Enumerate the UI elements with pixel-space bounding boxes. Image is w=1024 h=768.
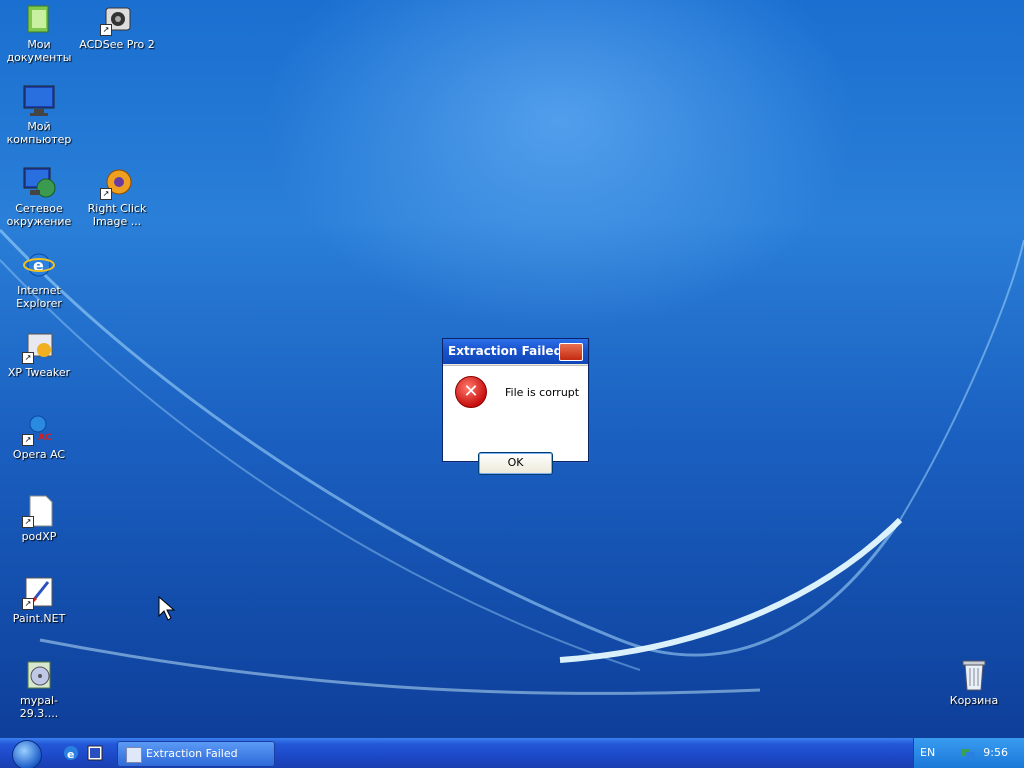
taskbar: e Extraction Failed EN 9:56 bbox=[0, 738, 1024, 768]
quicklaunch-ie-icon[interactable]: e bbox=[62, 744, 80, 762]
document-icon: ↗ bbox=[22, 494, 56, 528]
language-indicator[interactable]: EN bbox=[920, 746, 935, 759]
desktop-icon-paint-net[interactable]: ↗ Paint.NET bbox=[1, 576, 77, 625]
ok-button[interactable]: OK bbox=[478, 452, 553, 475]
dialog-title: Extraction Failed bbox=[448, 344, 563, 358]
quicklaunch-show-desktop-icon[interactable] bbox=[86, 744, 104, 762]
desktop-icon-my-documents[interactable]: Мои документы bbox=[1, 2, 77, 64]
desktop-icon-acdsee[interactable]: ↗ ACDSee Pro 2 bbox=[79, 2, 155, 51]
desktop-icon-right-click-image[interactable]: ↗ Right Click Image ... bbox=[79, 166, 155, 228]
svg-text:AC: AC bbox=[38, 433, 52, 443]
start-button[interactable] bbox=[12, 740, 42, 768]
desktop-icon-podxp[interactable]: ↗ podXP bbox=[1, 494, 77, 543]
desktop-icon-label: Мои документы bbox=[6, 38, 72, 64]
svg-text:e: e bbox=[67, 748, 74, 761]
desktop-icon-label: XP Tweaker bbox=[7, 366, 71, 379]
paint-icon: ↗ bbox=[22, 576, 56, 610]
desktop: Мои документы ↗ ACDSee Pro 2 Мой компьют… bbox=[0, 0, 1024, 738]
desktop-icon-label: ACDSee Pro 2 bbox=[79, 38, 155, 51]
camera-icon: ↗ bbox=[100, 2, 134, 36]
desktop-icon-label: Paint.NET bbox=[12, 612, 66, 625]
clock[interactable]: 9:56 bbox=[983, 746, 1008, 759]
desktop-icon-my-computer[interactable]: Мой компьютер bbox=[1, 84, 77, 146]
desktop-icon-label: Корзина bbox=[949, 694, 999, 707]
desktop-icon-recycle-bin[interactable]: Корзина bbox=[936, 658, 1012, 707]
network-tray-icon[interactable] bbox=[960, 746, 976, 760]
dialog-message: File is corrupt bbox=[505, 386, 580, 399]
recycle-bin-icon bbox=[957, 658, 991, 692]
desktop-icon-opera-ac[interactable]: AC ↗ Opera AC bbox=[1, 412, 77, 461]
desktop-icon-label: Сетевое окружение bbox=[6, 202, 72, 228]
dialog-titlebar[interactable]: Extraction Failed bbox=[443, 339, 588, 364]
desktop-icon-label: podXP bbox=[21, 530, 57, 543]
extraction-failed-dialog: Extraction Failed ✕ File is corrupt OK bbox=[442, 338, 589, 475]
desktop-icon-network[interactable]: Сетевое окружение bbox=[1, 166, 77, 228]
dialog-body: ✕ File is corrupt OK bbox=[443, 365, 588, 475]
gear-icon: ↗ bbox=[100, 166, 134, 200]
mouse-cursor-icon bbox=[158, 596, 176, 621]
close-icon[interactable] bbox=[559, 343, 583, 361]
installer-icon bbox=[22, 658, 56, 692]
desktop-icon-label: Opera AC bbox=[12, 448, 66, 461]
desktop-icon-label: mypal-29.3.... bbox=[19, 694, 59, 720]
desktop-icon-label: Internet Explorer bbox=[16, 284, 62, 310]
monitor-icon bbox=[22, 84, 56, 118]
opera-icon: AC ↗ bbox=[22, 412, 56, 446]
desktop-icon-xp-tweaker[interactable]: ↗ XP Tweaker bbox=[1, 330, 77, 379]
error-icon: ✕ bbox=[455, 376, 487, 408]
tweaker-icon: ↗ bbox=[22, 330, 56, 364]
desktop-icon-internet-explorer[interactable]: e Internet Explorer bbox=[1, 248, 77, 310]
folder-icon bbox=[22, 2, 56, 36]
taskbar-button-extraction-failed[interactable]: Extraction Failed bbox=[117, 741, 275, 767]
desktop-icon-label: Right Click Image ... bbox=[87, 202, 147, 228]
network-icon bbox=[22, 166, 56, 200]
desktop-icon-mypal[interactable]: mypal-29.3.... bbox=[1, 658, 77, 720]
desktop-icon-label: Мой компьютер bbox=[6, 120, 72, 146]
app-window-icon bbox=[126, 747, 142, 763]
internet-explorer-icon: e bbox=[22, 248, 56, 282]
taskbar-button-label: Extraction Failed bbox=[146, 747, 238, 760]
